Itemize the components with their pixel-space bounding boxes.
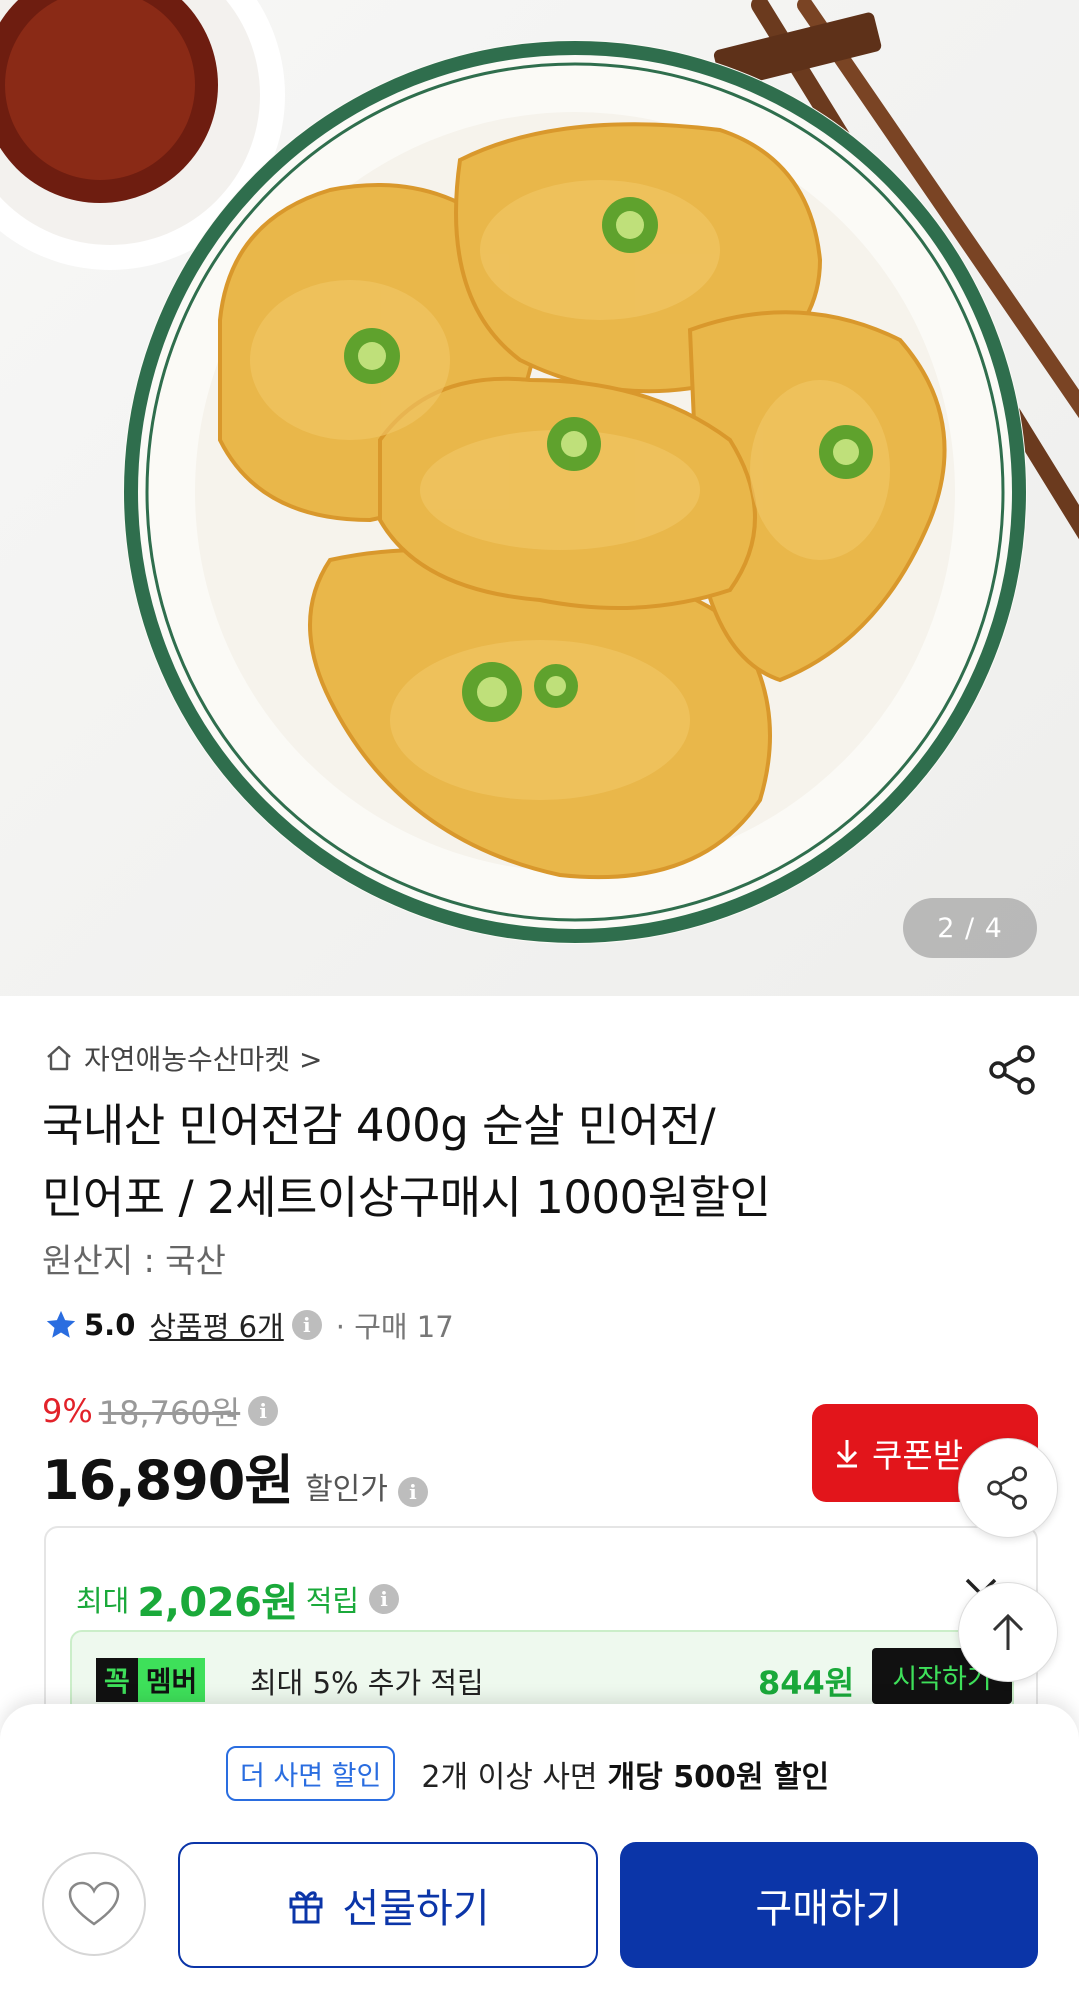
rating-score: 5.0: [84, 1308, 136, 1342]
sale-price: 16,890원: [42, 1449, 294, 1512]
coupon-label: 쿠폰받: [872, 1436, 964, 1475]
info-icon[interactable]: i: [248, 1396, 279, 1426]
membership-badge-part: 꼭: [96, 1658, 138, 1702]
rating-row: 5.0 상품평 6개 i · 구매 17: [44, 1304, 454, 1346]
purchase-bottom-sheet: 더 사면 할인 2개 이상 사면 개당 500원 할인 선물하기 구매하기: [0, 1704, 1079, 1989]
discount-row: 9% 18,760원 i: [42, 1388, 279, 1434]
star-icon: [46, 1310, 76, 1338]
membership-badge-part: 멤버: [137, 1658, 206, 1702]
buy-label: 구매하기: [755, 1886, 903, 1932]
points-suffix: 적립: [305, 1584, 360, 1618]
bulk-discount-row: 더 사면 할인 2개 이상 사면 개당 500원 할인: [226, 1746, 829, 1801]
purchase-count: · 구매 17: [335, 1310, 454, 1344]
buy-button[interactable]: 구매하기: [620, 1842, 1038, 1968]
share-icon: [987, 1466, 1028, 1510]
product-detail-page: 2 / 4 자연애농수산마켓 > 국내산 민어전감 400g 순살 민어전/ 민…: [0, 0, 1079, 1989]
points-summary: 최대 2,026원 적립 i: [76, 1570, 400, 1628]
sale-price-label: 할인가: [305, 1472, 388, 1507]
points-amount: 2,026원: [137, 1580, 298, 1626]
product-title-line: 국내산 민어전감 400g 순살 민어전/: [42, 1099, 716, 1152]
seller-link[interactable]: 자연애농수산마켓 >: [44, 1038, 322, 1078]
floating-share-button[interactable]: [958, 1438, 1058, 1538]
original-price: 18,760원: [98, 1394, 241, 1432]
scroll-top-button[interactable]: [958, 1582, 1058, 1682]
bulk-discount-bold: 개당 500원 할인: [607, 1759, 830, 1795]
points-prefix: 최대: [76, 1584, 130, 1618]
price-row: 16,890원 할인가 i: [42, 1436, 428, 1515]
download-icon: [836, 1440, 858, 1468]
heart-icon: [68, 1881, 120, 1926]
gift-label: 선물하기: [342, 1886, 490, 1932]
gift-icon: [289, 1891, 323, 1924]
wishlist-button[interactable]: [42, 1852, 146, 1956]
seller-name: 자연애농수산마켓 >: [84, 1043, 323, 1076]
image-counter: 2 / 4: [903, 898, 1037, 958]
membership-badge: 꼭 멤버: [96, 1658, 206, 1702]
product-title: 국내산 민어전감 400g 순살 민어전/ 민어포 / 2세트이상구매시 100…: [42, 1090, 942, 1234]
home-icon: [47, 1045, 71, 1071]
bulk-discount-text: 2개 이상 사면: [421, 1759, 598, 1795]
info-icon[interactable]: i: [291, 1310, 322, 1340]
membership-text: 최대 5% 추가 적립: [250, 1666, 484, 1700]
fried-fish-pancake-photo: [0, 0, 1079, 944]
info-icon[interactable]: i: [397, 1477, 428, 1507]
reviews-link[interactable]: 상품평 6개: [149, 1304, 283, 1346]
origin-label: 원산지 : 국산: [42, 1241, 226, 1280]
gift-button[interactable]: 선물하기: [178, 1842, 598, 1968]
info-icon[interactable]: i: [369, 1584, 400, 1614]
discount-percent: 9%: [42, 1392, 93, 1430]
share-icon[interactable]: [988, 1044, 1038, 1096]
product-image-carousel[interactable]: 2 / 4: [0, 0, 1079, 996]
bulk-discount-tag: 더 사면 할인: [226, 1746, 396, 1801]
product-title-line: 민어포 / 2세트이상구매시 1000원할인: [42, 1171, 771, 1224]
arrow-up-icon: [992, 1613, 1024, 1650]
membership-amount: 844원: [758, 1664, 855, 1702]
